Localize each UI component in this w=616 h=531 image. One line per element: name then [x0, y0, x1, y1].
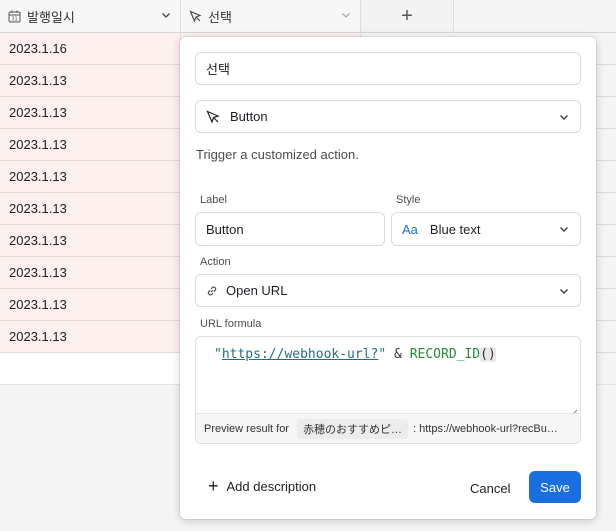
field-type-value: Button [230, 109, 268, 124]
plus-icon: + [208, 476, 219, 496]
url-formula-caption: URL formula [200, 318, 262, 330]
date-cell[interactable]: 2023.1.13 [0, 225, 181, 256]
action-value: Open URL [226, 283, 288, 298]
date-cell[interactable]: 2023.1.13 [0, 257, 181, 288]
field-config-dialog: 선택 Button Trigger a customized action. L… [180, 37, 596, 519]
date-cell[interactable]: 2023.1.13 [0, 161, 181, 192]
chevron-down-icon [558, 111, 570, 123]
save-button[interactable]: Save [529, 471, 581, 503]
action-select[interactable]: Open URL [195, 274, 581, 307]
formula-paren: ( [480, 347, 488, 362]
calendar-icon: 31 [8, 10, 21, 23]
action-caption: Action [200, 256, 231, 268]
chevron-down-icon [558, 285, 570, 297]
button-style-select[interactable]: Aa Blue text [391, 212, 581, 246]
chevron-down-icon[interactable] [160, 9, 172, 24]
formula-preview: Preview result for 赤穂のおすすめピ… : https://w… [196, 413, 580, 443]
add-description-label: Add description [226, 478, 317, 494]
cursor-icon [189, 9, 202, 23]
field-type-description: Trigger a customized action. [196, 147, 359, 162]
svg-text:31: 31 [11, 16, 17, 22]
preview-label: Preview result for [204, 422, 289, 435]
date-cell[interactable]: 2023.1.13 [0, 97, 181, 128]
field-type-select[interactable]: Button [195, 100, 581, 133]
add-column-button[interactable]: + [361, 0, 454, 33]
date-cell[interactable]: 2023.1.16 [0, 33, 181, 64]
date-cell[interactable]: 2023.1.13 [0, 289, 181, 320]
cancel-button[interactable]: Cancel [460, 472, 520, 504]
chevron-down-icon [558, 223, 570, 235]
link-icon [206, 285, 218, 297]
date-cell[interactable]: 2023.1.13 [0, 129, 181, 160]
date-cell[interactable]: 2023.1.13 [0, 321, 181, 352]
formula-url-string: https://webhook-url? [221, 347, 379, 362]
column-header-select-label: 선택 [208, 9, 232, 25]
grid-header: 31 발행일시 선택 + [0, 0, 616, 33]
chevron-down-icon[interactable] [340, 9, 352, 24]
preview-record-chip[interactable]: 赤穂のおすすめピ… [296, 418, 408, 439]
text-style-icon: Aa [402, 221, 418, 237]
resize-handle-icon[interactable] [570, 405, 578, 417]
url-formula-editor[interactable]: "https://webhook-url?" & RECORD_ID() Pre… [195, 336, 581, 444]
field-name-input[interactable]: 선택 [195, 52, 581, 85]
label-caption: Label [200, 194, 227, 206]
formula-text[interactable]: "https://webhook-url?" & RECORD_ID() [214, 347, 496, 362]
column-header-date[interactable]: 31 발행일시 [0, 0, 181, 33]
column-header-date-label: 발행일시 [27, 9, 75, 25]
column-header-select[interactable]: 선택 [181, 0, 361, 33]
preview-result: : https://webhook-url?recBu… [412, 422, 558, 435]
button-label-input[interactable]: Button [195, 212, 385, 246]
formula-operator: & [386, 347, 410, 362]
add-description-button[interactable]: + Add description [208, 477, 316, 495]
button-label-value: Button [206, 221, 244, 237]
field-name-value: 선택 [206, 62, 230, 77]
date-cell[interactable]: 2023.1.13 [0, 65, 181, 96]
plus-icon: + [401, 4, 413, 27]
formula-paren: ) [487, 347, 496, 362]
header-filler [454, 0, 616, 33]
cursor-icon [206, 109, 220, 124]
formula-function: RECORD_ID [409, 347, 481, 362]
button-style-value: Blue text [429, 221, 481, 237]
formula-quote: " [214, 347, 222, 362]
date-cell[interactable]: 2023.1.13 [0, 193, 181, 224]
style-caption: Style [396, 194, 421, 206]
